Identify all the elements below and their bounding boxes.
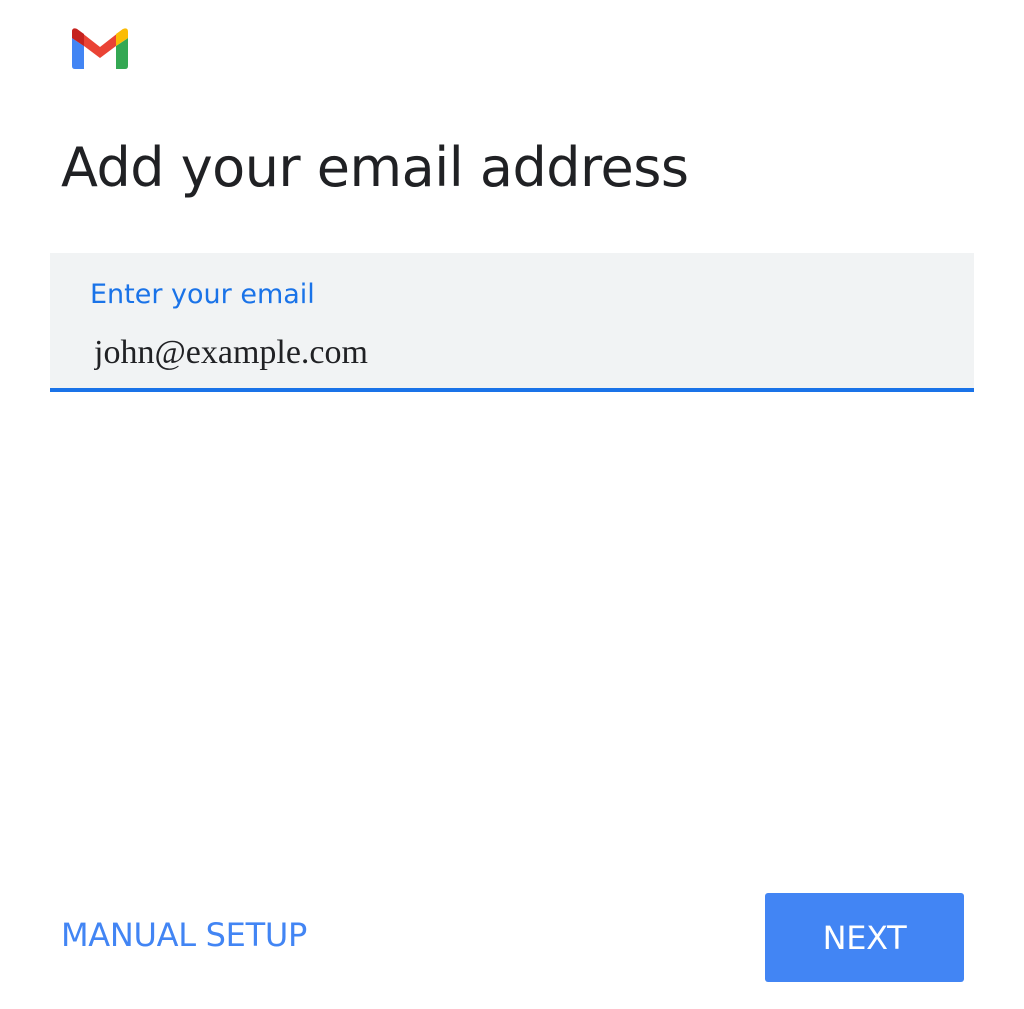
next-button[interactable]: NEXT (765, 893, 964, 982)
email-field[interactable]: Enter your email (50, 253, 974, 392)
email-input[interactable] (94, 331, 934, 375)
gmail-logo-icon (72, 28, 128, 70)
email-field-label: Enter your email (90, 279, 315, 310)
manual-setup-button[interactable]: MANUAL SETUP (61, 916, 307, 954)
page-title: Add your email address (61, 136, 689, 199)
